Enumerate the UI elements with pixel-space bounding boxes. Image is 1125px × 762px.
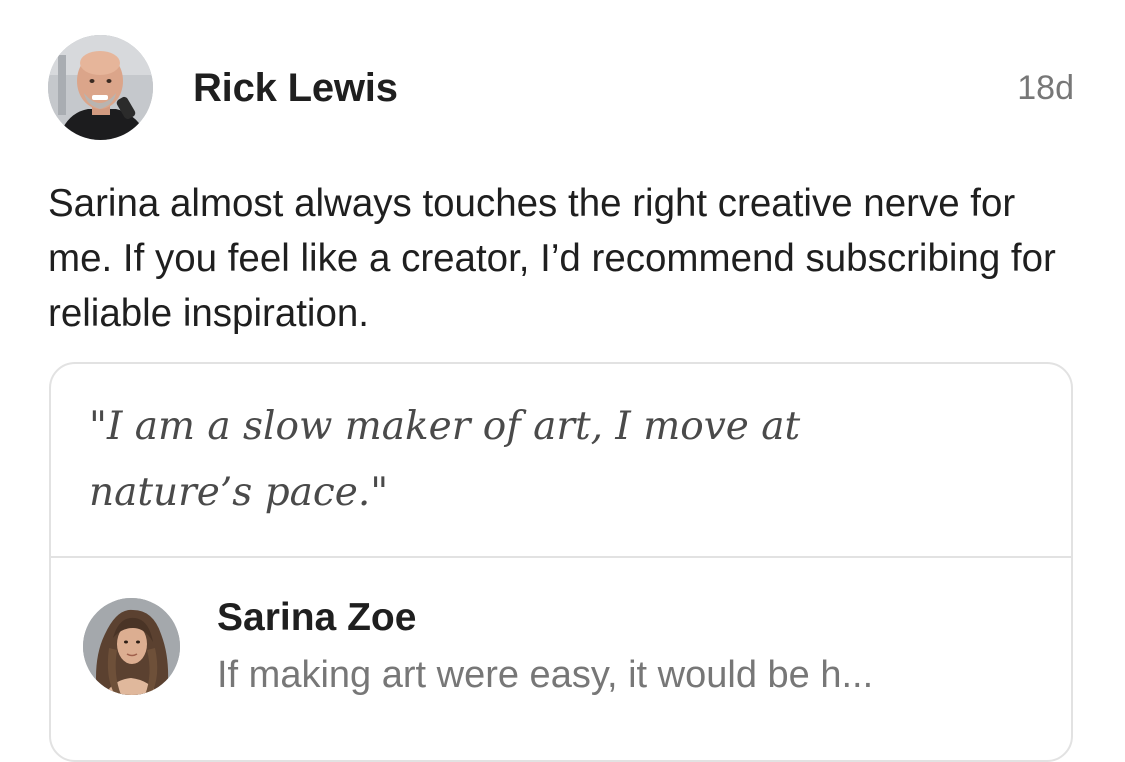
quote-text: "I am a slow maker of art, I move at nat… xyxy=(89,404,801,515)
embedded-author-section[interactable]: Sarina Zoe If making art were easy, it w… xyxy=(51,558,1071,760)
embedded-author-name[interactable]: Sarina Zoe xyxy=(217,594,416,642)
post-body-text: Sarina almost always touches the right c… xyxy=(48,182,1056,335)
embedded-author-avatar[interactable] xyxy=(83,598,180,695)
quote-section: "I am a slow maker of art, I move at nat… xyxy=(51,364,1071,558)
bald-man-avatar-photo xyxy=(48,35,153,140)
embedded-post-card[interactable]: "I am a slow maker of art, I move at nat… xyxy=(49,362,1073,762)
woman-long-hair-avatar-photo xyxy=(83,598,180,695)
author-name[interactable]: Rick Lewis xyxy=(193,64,398,112)
author-avatar[interactable] xyxy=(48,35,153,140)
post-item: Rick Lewis 18d Sarina almost always touc… xyxy=(0,0,1125,762)
post-timestamp: 18d xyxy=(1017,69,1074,107)
embedded-post-excerpt: If making art were easy, it would be h..… xyxy=(217,654,874,696)
